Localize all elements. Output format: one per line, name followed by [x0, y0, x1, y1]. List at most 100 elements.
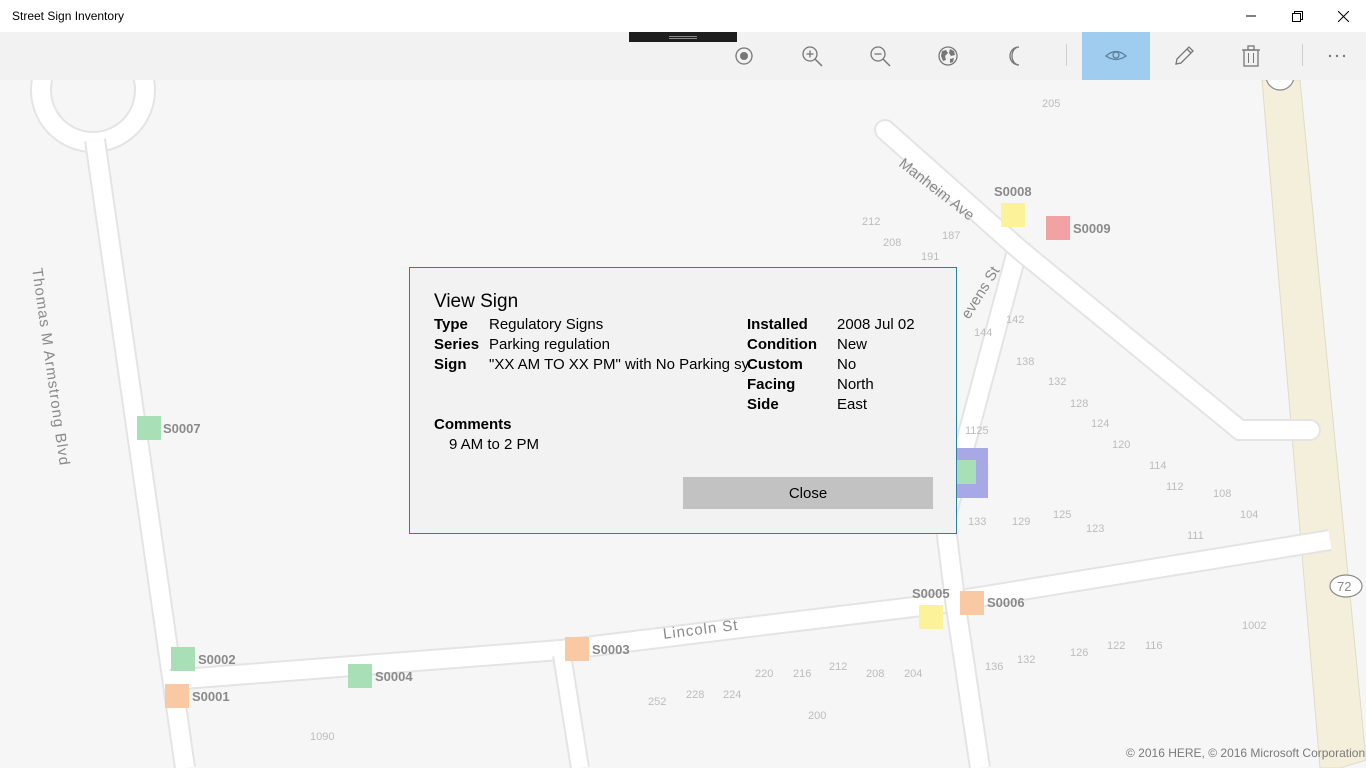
map-style-button[interactable]: [914, 32, 982, 80]
address-number: 136: [985, 661, 1004, 673]
facing-label: Facing: [747, 376, 796, 393]
sign-value: "XX AM TO XX PM" with No Parking sym: [489, 356, 748, 373]
custom-label: Custom: [747, 356, 803, 373]
sign-label: S0002: [198, 652, 236, 667]
sign-label: S0001: [192, 689, 230, 704]
sign-field-label: Sign: [434, 356, 467, 373]
selected-sign-marker[interactable]: [956, 460, 976, 484]
address-number: 138: [1016, 356, 1035, 368]
close-icon: [1337, 10, 1349, 22]
view-sign-button[interactable]: [1082, 32, 1150, 80]
sign-label: S0009: [1073, 221, 1111, 236]
address-number: 120: [1112, 439, 1131, 451]
address-number: 187: [942, 230, 961, 242]
address-number: 111: [1187, 530, 1204, 542]
address-number: 116: [1145, 640, 1163, 652]
edit-sign-button[interactable]: [1150, 32, 1218, 80]
sign-marker-S0003[interactable]: [565, 637, 589, 661]
custom-value: No: [837, 356, 857, 373]
address-number: 220: [755, 668, 774, 680]
address-number: 126: [1070, 647, 1089, 659]
address-number: 129: [1012, 516, 1031, 528]
address-number: 212: [862, 216, 881, 228]
sign-marker-S0005[interactable]: [919, 605, 943, 629]
trash-icon: [1242, 45, 1260, 67]
address-number: 122: [1107, 640, 1126, 652]
night-mode-button[interactable]: [982, 32, 1050, 80]
address-number: 128: [1070, 398, 1089, 410]
side-value: East: [837, 396, 868, 413]
address-number: 200: [808, 710, 827, 722]
condition-value: New: [837, 336, 868, 353]
comments-value: 9 AM to 2 PM: [449, 436, 540, 453]
address-number: 216: [793, 668, 812, 680]
address-number: 1090: [310, 731, 335, 743]
address-number: 104: [1240, 509, 1259, 521]
type-label: Type: [434, 316, 468, 333]
window-title: Street Sign Inventory: [12, 9, 125, 23]
sign-label: S0008: [994, 184, 1032, 199]
title-bar: Street Sign Inventory: [0, 0, 1366, 32]
side-label: Side: [747, 396, 779, 413]
address-number: 123: [1086, 523, 1105, 535]
series-value: Parking regulation: [489, 336, 610, 353]
eye-icon: [1105, 50, 1127, 61]
series-label: Series: [434, 336, 480, 353]
sign-marker-S0002[interactable]: [171, 647, 195, 671]
pencil-icon: [1175, 46, 1194, 65]
location-icon: [735, 47, 753, 65]
address-number: 114: [1149, 460, 1167, 472]
address-number: 112: [1166, 481, 1184, 493]
address-number: 228: [686, 689, 705, 701]
sign-marker-S0001[interactable]: [165, 684, 189, 708]
address-number: 125: [1053, 509, 1072, 521]
close-window-button[interactable]: [1320, 0, 1366, 32]
address-number: 133: [968, 516, 987, 528]
address-number: 1125: [965, 425, 989, 437]
toolbar-separator: [1066, 44, 1067, 66]
address-number: 108: [1213, 488, 1232, 500]
app-window: Street Sign Inventory Thomas M Armstrong…: [0, 0, 1366, 768]
close-button[interactable]: Close: [683, 477, 933, 509]
view-sign-dialog: View Sign Type Regulatory Signs Series P…: [409, 267, 957, 534]
more-options-button[interactable]: [1308, 32, 1366, 80]
address-number: 208: [883, 237, 902, 249]
map-copyright: © 2016 HERE, © 2016 Microsoft Corporatio…: [1126, 746, 1366, 760]
restore-button[interactable]: [1274, 0, 1320, 32]
comments-label: Comments: [434, 416, 512, 433]
address-number: 132: [1017, 654, 1036, 666]
address-number: 191: [921, 251, 940, 263]
address-number: 1002: [1242, 620, 1267, 632]
facing-value: North: [837, 376, 874, 393]
sign-label: S0004: [375, 669, 413, 684]
installed-value: 2008 Jul 02: [837, 316, 915, 333]
condition-label: Condition: [747, 336, 817, 353]
sign-marker-S0004[interactable]: [348, 664, 372, 688]
moon-icon: [1009, 46, 1020, 66]
my-location-button[interactable]: [710, 32, 778, 80]
dialog-title: View Sign: [434, 291, 519, 312]
installed-label: Installed: [747, 316, 808, 333]
route-shield-label: 72: [1337, 579, 1352, 594]
sign-marker-S0006[interactable]: [960, 591, 984, 615]
address-number: 144: [974, 327, 993, 339]
address-number: 224: [723, 689, 742, 701]
address-number: 124: [1091, 418, 1110, 430]
sign-marker-S0008[interactable]: [1001, 203, 1025, 227]
sign-marker-S0009[interactable]: [1046, 216, 1070, 240]
sign-label: S0003: [592, 642, 630, 657]
sign-label: S0007: [163, 421, 201, 436]
minimize-icon: [1246, 15, 1256, 17]
delete-sign-button[interactable]: [1217, 32, 1285, 80]
toolbar-separator: [1302, 44, 1303, 66]
sign-label: S0005: [912, 586, 950, 601]
zoom-out-icon: [870, 46, 891, 67]
zoom-in-button[interactable]: [778, 32, 846, 80]
sign-marker-S0007[interactable]: [137, 416, 161, 440]
globe-icon: [938, 46, 958, 66]
restore-icon: [1291, 10, 1303, 22]
minimize-button[interactable]: [1228, 0, 1274, 32]
sign-label: S0006: [987, 595, 1025, 610]
more-icon: [1328, 54, 1346, 58]
zoom-out-button[interactable]: [846, 32, 914, 80]
